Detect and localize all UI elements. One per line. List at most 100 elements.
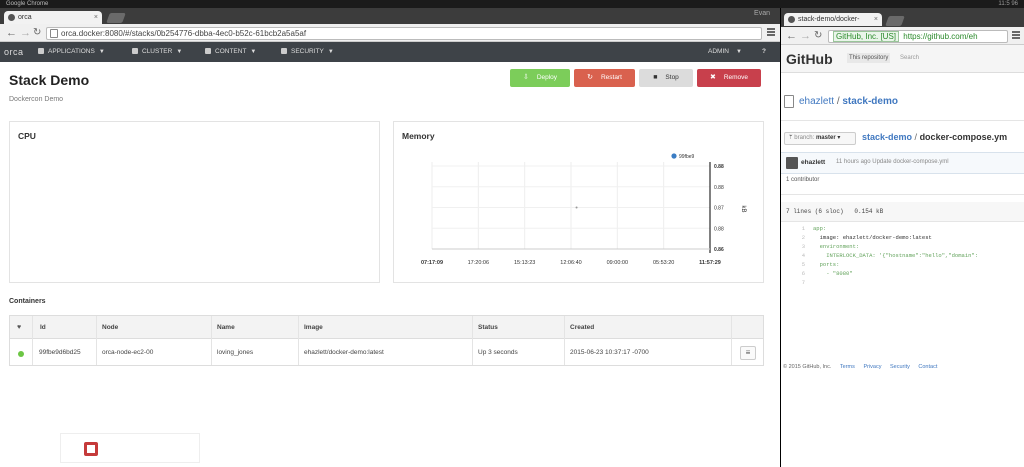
line-number[interactable]: 4 (781, 251, 805, 260)
nav-label: CLUSTER (142, 48, 173, 55)
commit-message[interactable]: 11 hours ago Update docker-compose.yml (836, 159, 949, 165)
github-footer: © 2015 GitHub, Inc. Terms Privacy Securi… (781, 364, 1024, 370)
col-node[interactable]: Node (102, 316, 118, 339)
reload-icon[interactable]: ↻ (814, 30, 822, 42)
overlay-shape (60, 433, 200, 463)
cell-id[interactable]: 99fbe9d6bd25 (39, 339, 81, 366)
line-number[interactable]: 5 (781, 260, 805, 269)
github-favicon-icon (788, 16, 795, 23)
forward-icon[interactable]: → (800, 30, 811, 42)
nav-applications[interactable]: APPLICATIONS ▼ (38, 42, 105, 62)
footer-link-security[interactable]: Security (890, 364, 910, 370)
back-icon[interactable]: ← (786, 30, 797, 42)
repo-title: ehazlett / stack-demo (799, 96, 898, 107)
col-id[interactable]: Id (40, 316, 46, 339)
x-tick-label: 12:06:40 (560, 260, 581, 266)
line-number[interactable]: 2 (781, 233, 805, 242)
repo-owner-link[interactable]: ehazlett (799, 96, 834, 107)
caret-down-icon: ▼ (250, 49, 257, 55)
search-scope: This repository (847, 53, 891, 63)
nav-content[interactable]: CONTENT ▼ (205, 42, 256, 62)
row-menu-icon[interactable]: ≡ (740, 346, 756, 360)
line-number[interactable]: 3 (781, 242, 805, 251)
caret-down-icon: ▼ (327, 49, 334, 55)
close-tab-icon[interactable]: × (94, 11, 98, 24)
back-icon[interactable]: ← (6, 27, 17, 39)
code-line: 2 image: ehazlett/docker-demo:latest (781, 233, 932, 242)
avatar (786, 157, 798, 169)
restart-button[interactable]: ↻ Restart (574, 69, 635, 87)
new-tab-button[interactable] (885, 16, 905, 26)
close-tab-icon[interactable]: × (874, 13, 878, 26)
caret-down-icon: ▼ (176, 49, 183, 55)
x-tick-label: 15:13:23 (514, 260, 535, 266)
remove-button[interactable]: ✖ Remove (697, 69, 761, 87)
footer-copyright: © 2015 GitHub, Inc. (783, 364, 832, 370)
divider (781, 194, 1024, 195)
forward-icon[interactable]: → (20, 27, 31, 39)
y-axis-label: kB (740, 206, 746, 213)
deploy-button[interactable]: ⇩ Deploy (510, 69, 570, 87)
nav-security[interactable]: SECURITY ▼ (281, 42, 334, 62)
line-number[interactable]: 7 (781, 278, 805, 287)
caret-down-icon: ▾ (837, 135, 841, 141)
col-status[interactable]: Status (478, 316, 498, 339)
stop-label: Stop (665, 74, 679, 81)
chrome-menu-icon[interactable] (1012, 31, 1020, 39)
apps-icon (38, 48, 44, 54)
repo-name-link[interactable]: stack-demo (842, 96, 898, 107)
branch-selector[interactable]: ᛘ branch: master ▾ (784, 132, 856, 145)
secure-badge: GitHub, Inc. [US] (833, 31, 900, 42)
tab-orca[interactable]: orca × (4, 11, 102, 24)
nav-cluster[interactable]: CLUSTER ▼ (132, 42, 182, 62)
nav-admin-menu[interactable]: ADMIN ▼ (708, 42, 742, 62)
commit-author-link[interactable]: ehazlett (801, 159, 825, 166)
line-text: - "8080" (813, 270, 853, 277)
stack-page: Stack Demo Dockercon Demo ⇩ Deploy ↻ Resta… (0, 62, 780, 463)
nav-label: SECURITY (291, 48, 324, 55)
line-number[interactable]: 1 (781, 224, 805, 233)
memory-chart: 07:17:09 17:20:06 15:13:23 12:06:40 09:00:00… (421, 153, 746, 266)
content-icon (205, 48, 211, 54)
divider (781, 120, 1024, 121)
divider (731, 316, 732, 365)
window-user-label: Evan (754, 10, 770, 17)
col-created[interactable]: Created (570, 316, 594, 339)
code-block: 1 app: 2 image: ehazlett/docker-demo:lates… (781, 224, 1024, 294)
line-text: image: ehazlett/docker-demo:latest (813, 234, 932, 241)
col-name[interactable]: Name (217, 316, 235, 339)
caret-down-icon: ▼ (98, 49, 105, 55)
stop-button[interactable]: ■ Stop (639, 69, 693, 87)
right-tabstrip: stack-demo/docker- × (781, 8, 1024, 27)
deploy-icon: ⇩ (522, 74, 529, 81)
search-input[interactable]: Search (898, 53, 921, 63)
file-breadcrumb: stack-demo / docker-compose.ym (862, 132, 1008, 142)
stop-icon: ■ (653, 74, 658, 81)
github-logo[interactable]: GitHub (786, 51, 833, 67)
line-number[interactable]: 6 (781, 269, 805, 278)
status-dot (18, 351, 24, 357)
divider (564, 316, 565, 365)
reload-icon[interactable]: ↻ (33, 27, 41, 39)
col-image[interactable]: Image (304, 316, 323, 339)
file-meta: 7 lines (6 sloc) 0.154 kB (781, 202, 1024, 222)
cluster-icon (132, 48, 138, 54)
orca-logo[interactable]: orca (4, 42, 24, 62)
address-bar[interactable]: GitHub, Inc. [US] https://github.com/eh (828, 30, 1008, 43)
new-tab-button[interactable] (106, 13, 126, 23)
chrome-menu-icon[interactable] (767, 28, 775, 36)
contributors[interactable]: 1 contributor (786, 177, 819, 183)
page-title: Stack Demo (9, 72, 90, 88)
line-text: environment: (813, 243, 860, 250)
footer-link-contact[interactable]: Contact (918, 364, 937, 370)
lock-icon (281, 48, 287, 54)
y-tick-label: 0.88 (714, 185, 724, 191)
help-icon[interactable]: ? (762, 42, 766, 62)
footer-link-terms[interactable]: Terms (840, 364, 855, 370)
tab-github[interactable]: stack-demo/docker- × (784, 13, 882, 26)
legend-label: 99fbe9 (679, 154, 695, 160)
breadcrumb-repo-link[interactable]: stack-demo (862, 132, 912, 142)
containers-label: Containers (9, 298, 46, 305)
address-bar[interactable]: orca.docker:8080/#/stacks/0b254776-dbba-… (46, 27, 762, 40)
footer-link-privacy[interactable]: Privacy (863, 364, 881, 370)
